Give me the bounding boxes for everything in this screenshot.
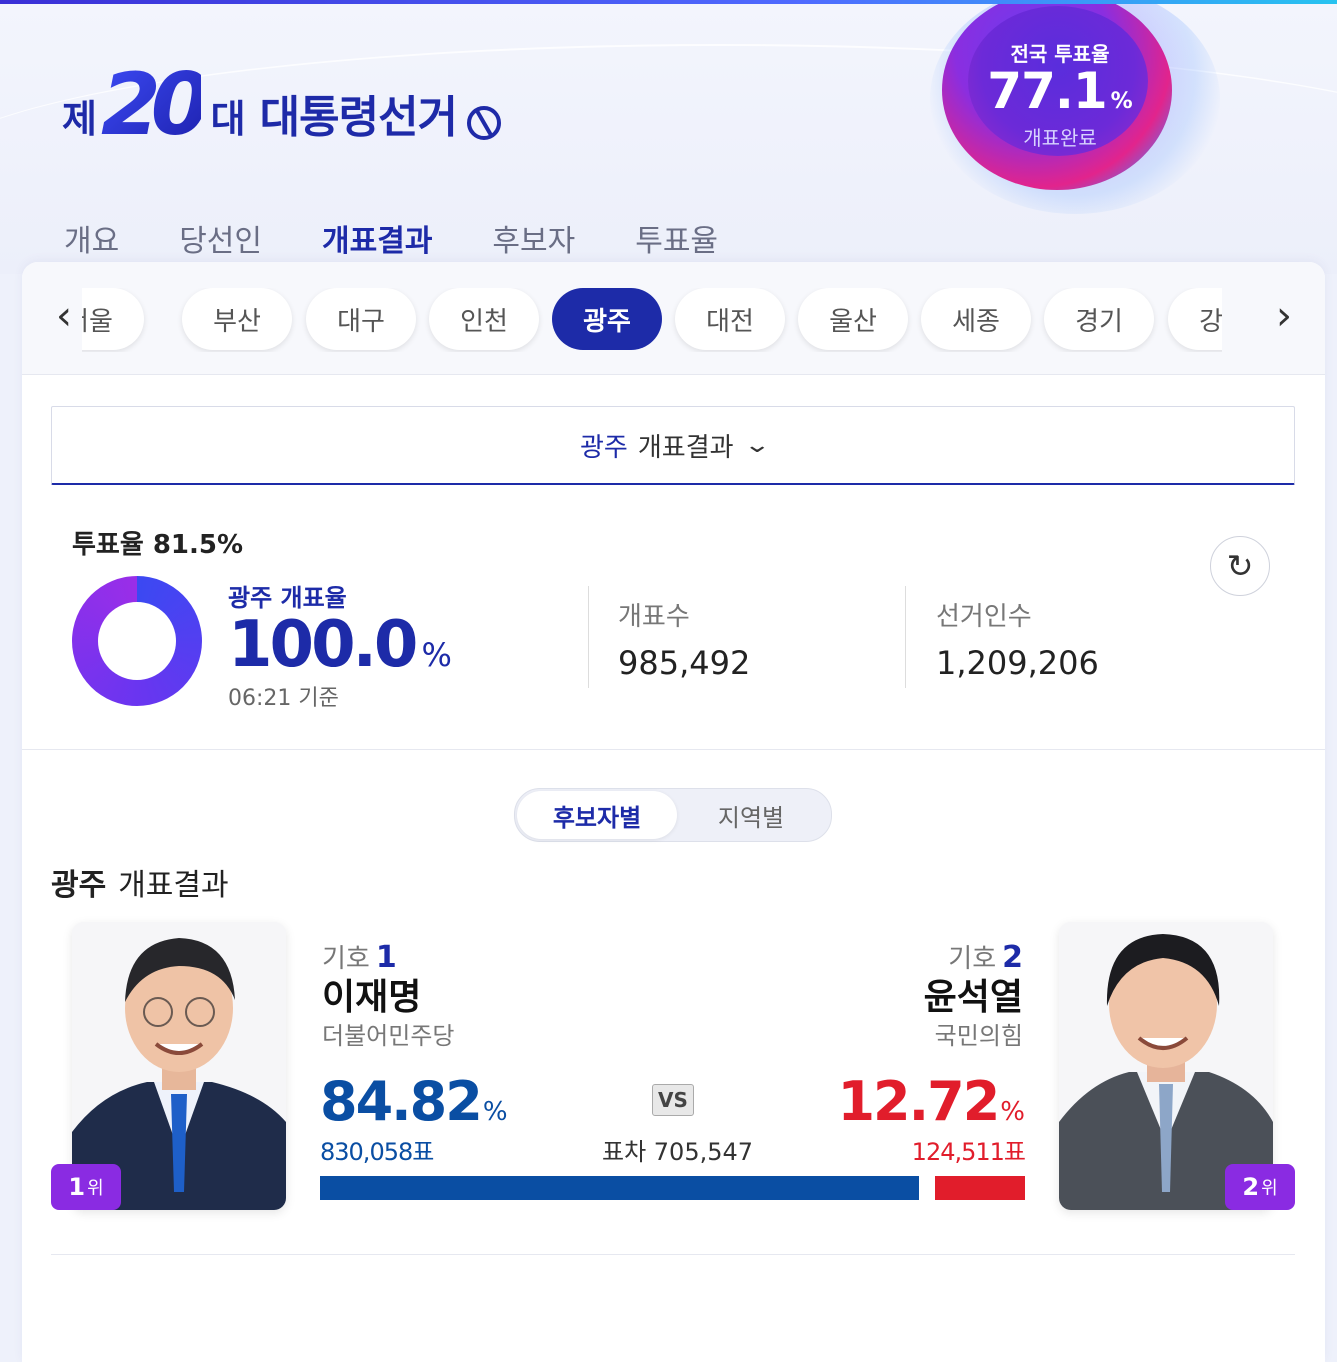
national-turnout-unit: % (1110, 89, 1133, 114)
candidate-2-party: 국민의힘 (934, 1022, 1023, 1050)
candidate-2-name[interactable]: 윤석열 (924, 968, 1023, 1020)
turnout-value: 81.5% (152, 530, 244, 560)
stat-divider (588, 586, 589, 688)
count-rate-donut (72, 576, 202, 706)
candidate-1-pct-number: 84.82 (320, 1070, 483, 1133)
candidate-1-rank-unit: 위 (87, 1178, 104, 1199)
view-toggle: 후보자별 지역별 (514, 788, 832, 842)
section-divider (51, 1254, 1295, 1255)
candidate-1-pct-unit: % (482, 1097, 508, 1127)
candidate-2-rank: 2 (1242, 1173, 1260, 1201)
toggle-by-candidate[interactable]: 후보자별 (517, 791, 677, 839)
candidate-1-votes: 830,058표 (320, 1138, 434, 1166)
region-pill-seoul[interactable]: 서울 (82, 288, 144, 350)
ballot-mark-icon (467, 106, 502, 140)
region-pill-gyeonggi[interactable]: 경기 (1044, 288, 1154, 350)
region-result-dropdown[interactable]: 광주 개표결과 ⌄ (51, 406, 1295, 485)
vote-difference: 표차 705,547 (602, 1138, 754, 1166)
results-title-suffix: 개표결과 (118, 868, 229, 903)
logo-suffix: 대 (210, 97, 246, 141)
results-card: ‹ 서울 부산 대구 인천 광주 대전 울산 세종 경기 강원 › 광주 개표결… (22, 262, 1325, 1362)
region-pill-gangwon[interactable]: 강원 (1168, 288, 1222, 350)
candidate-2-pct-number: 12.72 (837, 1070, 1000, 1133)
candidate-1-percentage: 84.82% (320, 1070, 508, 1133)
candidate-1-share-bar (320, 1176, 919, 1200)
electorate-value: 1,209,206 (936, 644, 1099, 682)
counted-votes-value: 985,492 (618, 644, 751, 682)
vs-badge: VS (652, 1084, 694, 1116)
region-selector: ‹ 서울 부산 대구 인천 광주 대전 울산 세종 경기 강원 › (22, 262, 1325, 375)
region-pill-gwangju[interactable]: 광주 (552, 288, 662, 350)
toggle-by-region[interactable]: 지역별 (671, 791, 831, 839)
region-turnout: 투표율 81.5% (72, 524, 243, 561)
national-turnout-value: 77.1% (920, 62, 1200, 120)
region-pill-daejeon[interactable]: 대전 (675, 288, 785, 350)
candidate-2-pct-unit: % (1000, 1097, 1025, 1127)
candidate-2-share-bar (935, 1176, 1025, 1200)
region-pill-sejong[interactable]: 세종 (921, 288, 1031, 350)
refresh-button[interactable]: ↻ (1210, 536, 1270, 596)
dropdown-region: 광주 (580, 432, 628, 463)
chevron-down-icon: ⌄ (742, 432, 771, 458)
candidate-1-rank: 1 (68, 1173, 86, 1201)
results-title-region: 광주 (51, 868, 107, 903)
chevron-left-icon[interactable]: ‹ (44, 296, 84, 340)
refresh-icon: ↻ (1226, 547, 1254, 585)
count-rate-number: 100.0 (228, 608, 418, 682)
header-hero: 제 20 대 대통령선거 전국 투표율 77.1% 개표완료 개요 당선인 개표… (0, 4, 1337, 274)
election-logo[interactable]: 제 20 대 대통령선거 (62, 54, 502, 155)
turnout-label: 투표율 (72, 530, 144, 560)
count-rate-value: 100.0% (228, 608, 452, 682)
region-pill-incheon[interactable]: 인천 (429, 288, 539, 350)
logo-title: 대통령선거 (259, 92, 458, 143)
stat-divider (905, 586, 906, 688)
region-pill-list: 서울 부산 대구 인천 광주 대전 울산 세종 경기 강원 (82, 288, 1222, 352)
region-pill-busan[interactable]: 부산 (182, 288, 292, 350)
region-pill-ulsan[interactable]: 울산 (798, 288, 908, 350)
candidate-2-rank-badge: 2위 (1225, 1164, 1295, 1210)
candidate-2-rank-unit: 위 (1261, 1178, 1278, 1199)
count-timestamp: 06:21 기준 (228, 686, 339, 711)
region-pill-daegu[interactable]: 대구 (306, 288, 416, 350)
candidate-1-party: 더불어민주당 (322, 1022, 455, 1050)
results-title: 광주 개표결과 (51, 860, 229, 904)
candidate-1-name[interactable]: 이재명 (322, 968, 421, 1020)
national-count-status: 개표완료 (1023, 126, 1097, 150)
candidate-2-votes: 124,511표 (911, 1138, 1026, 1166)
chevron-right-icon[interactable]: › (1264, 296, 1304, 340)
logo-prefix: 제 (62, 97, 97, 141)
national-turnout-number: 77.1 (987, 62, 1107, 120)
count-rate-unit: % (421, 636, 452, 674)
candidate-1-rank-badge: 1위 (51, 1164, 121, 1210)
logo-number: 20 (100, 54, 211, 155)
dropdown-label: 개표결과 (637, 432, 734, 463)
section-divider (22, 749, 1325, 750)
counted-votes-label: 개표수 (618, 602, 690, 632)
national-turnout-badge: 전국 투표율 77.1% 개표완료 (920, 4, 1220, 224)
candidate-2-percentage: 12.72% (837, 1070, 1025, 1133)
electorate-label: 선거인수 (936, 602, 1032, 632)
